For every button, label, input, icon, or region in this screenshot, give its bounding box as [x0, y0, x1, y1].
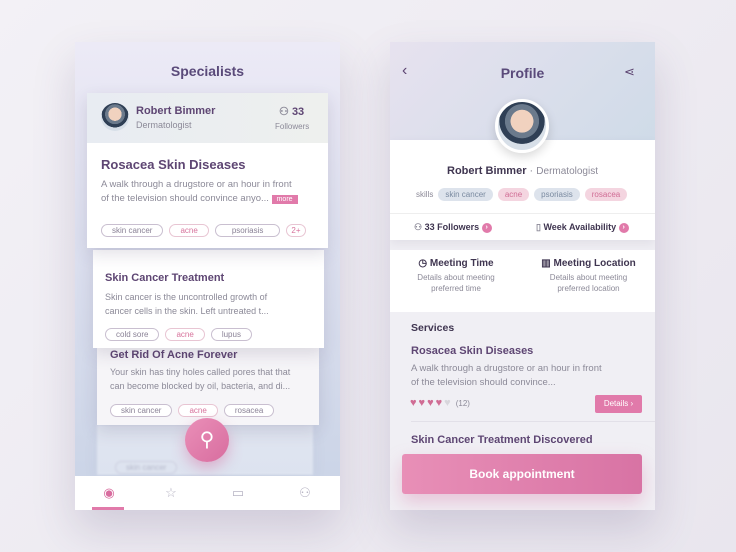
skill-tag[interactable]: acne [497, 188, 530, 201]
tab-star[interactable]: ☆ [161, 485, 181, 501]
tab-profile[interactable]: ⚇ [295, 485, 315, 501]
card-desc: Skin cancer is the uncontrolled growth o… [105, 292, 268, 302]
book-appointment-button[interactable]: Book appointment [402, 454, 642, 494]
eye-icon: ◉ [103, 485, 115, 500]
service-card[interactable]: Get Rid Of Acne Forever Your skin has ti… [97, 348, 319, 425]
search-button[interactable]: ⚲ [185, 418, 229, 462]
meeting-location-title: Meeting Location [553, 258, 636, 269]
chevron-right-icon: › [481, 222, 492, 233]
card-desc: of the television should convince anyo..… [101, 193, 269, 204]
tag[interactable]: psoriasis [214, 224, 281, 237]
tag[interactable]: skin cancer [101, 224, 164, 237]
details-label: Details [603, 399, 629, 408]
doctor-name: Robert Bimmer [136, 105, 216, 117]
tag[interactable]: rosacea [223, 404, 275, 417]
heart-icon: ♥ [444, 397, 451, 409]
meeting-time-title: Meeting Time [429, 258, 494, 269]
meeting-location-desc: preferred location [557, 284, 620, 293]
availability-label: Week Availability [543, 222, 617, 232]
tab-eye[interactable]: ◉ [99, 485, 119, 501]
more-tags[interactable]: 2+ [286, 224, 306, 237]
followers-link[interactable]: ⚇ 33 Followers › [414, 222, 492, 233]
card-title: Skin Cancer Treatment [105, 272, 225, 284]
skill-tag[interactable]: psoriasis [534, 188, 580, 201]
divider [390, 213, 655, 214]
tab-chat[interactable]: ▭ [228, 485, 248, 501]
user-icon: ⚇ [299, 485, 311, 500]
card-desc: cancer cells in the skin. Left untreated… [105, 306, 269, 316]
meeting-location[interactable]: ▥ Meeting Location Details about meeting p… [522, 258, 655, 294]
specialists-screen: Specialists skin cancer Get Rid Of Acne … [75, 42, 340, 510]
review-count: (12) [455, 399, 470, 408]
followers-count: 33 [291, 106, 305, 118]
card-desc: can become blocked by oil, bacteria, and… [110, 381, 291, 391]
avatar [101, 103, 129, 131]
service-title[interactable]: Rosacea Skin Diseases [411, 345, 533, 357]
availability-link[interactable]: ▯ Week Availability › [536, 222, 629, 233]
search-icon: ⚲ [199, 429, 215, 451]
meeting-time-desc: Details about meeting [417, 273, 495, 282]
meeting-location-desc: Details about meeting [549, 273, 628, 282]
page-title: Profile [500, 65, 545, 81]
tag[interactable]: lupus [210, 328, 252, 341]
meeting-time[interactable]: ◷ Meeting Time Details about meeting prefe… [390, 258, 522, 294]
doctor-role: Dermatologist [136, 120, 192, 130]
avatar [495, 99, 549, 153]
doctor-role: Dermatologist [536, 166, 598, 177]
more-button[interactable]: more [271, 195, 298, 204]
tag[interactable]: cold sore [105, 328, 160, 341]
followers-label: Followers [275, 122, 310, 131]
active-tab-indicator [92, 507, 124, 510]
heart-icon: ♥ [410, 397, 417, 409]
card-title: Rosacea Skin Diseases [101, 157, 246, 172]
service-desc: of the television should convince... [411, 377, 556, 388]
doctor-name: Robert Bimmer [447, 165, 527, 177]
service-desc: A walk through a drugstore or an hour in… [411, 363, 602, 374]
card-desc: A walk through a drugstore or an hour in… [101, 179, 292, 190]
card-title: Get Rid Of Acne Forever [110, 349, 238, 361]
service-card[interactable]: Skin Cancer Treatment Skin cancer is the… [93, 250, 324, 348]
profile-screen: ‹ Profile ⋖ Robert Bimmer · Dermatologis… [390, 42, 655, 510]
doctor-header[interactable]: Robert Bimmer Dermatologist ⚇ 33 Followe… [87, 93, 328, 143]
rating: ♥ ♥ ♥ ♥ ♥ (12) [410, 397, 470, 409]
tag: skin cancer [115, 461, 178, 474]
followers-icon: ⚇ [414, 222, 423, 232]
skill-tag[interactable]: skin cancer [438, 188, 493, 201]
followers-icon: ⚇ [279, 106, 289, 118]
meeting-time-desc: preferred time [431, 284, 481, 293]
tag[interactable]: acne [178, 404, 218, 417]
skill-tag[interactable]: rosacea [584, 188, 628, 201]
share-button[interactable]: ⋖ [624, 64, 635, 80]
services-heading: Services [411, 322, 455, 334]
map-icon: ▥ [541, 258, 551, 269]
chevron-right-icon: › [618, 222, 629, 233]
share-icon: ⋖ [624, 64, 635, 79]
calendar-icon: ▯ [536, 222, 541, 232]
heart-icon: ♥ [418, 397, 426, 409]
divider [411, 421, 655, 422]
tag[interactable]: skin cancer [110, 404, 173, 417]
details-button[interactable]: Details › [595, 395, 642, 413]
tag[interactable]: acne [165, 328, 205, 341]
card-desc: Your skin has tiny holes called pores th… [110, 367, 291, 377]
followers-label: 33 Followers [424, 222, 480, 232]
heart-icon: ♥ [435, 397, 443, 409]
chat-icon: ▭ [231, 485, 245, 500]
clock-icon: ◷ [418, 258, 428, 269]
star-icon: ☆ [165, 485, 177, 500]
service-card-featured[interactable]: Robert Bimmer Dermatologist ⚇ 33 Followe… [87, 93, 328, 248]
skills-label: skills [416, 190, 434, 199]
heart-icon: ♥ [427, 397, 434, 409]
tag[interactable]: acne [169, 224, 209, 237]
service-title[interactable]: Skin Cancer Treatment Discovered [411, 434, 593, 446]
page-title: Specialists [170, 63, 245, 79]
